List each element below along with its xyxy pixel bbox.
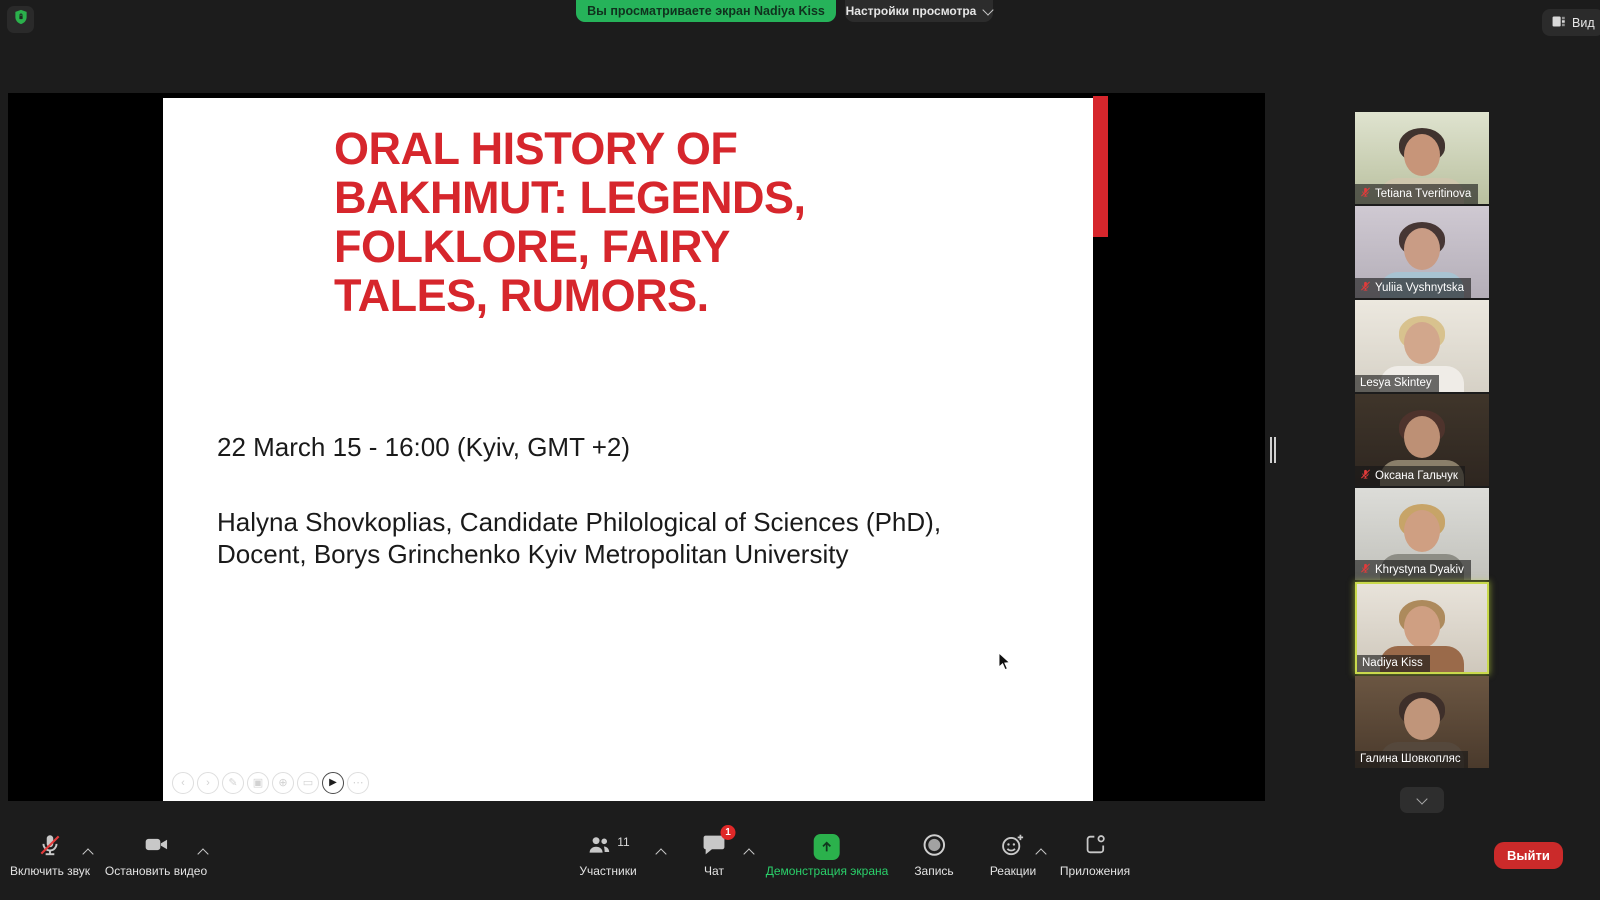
mouse-cursor: [998, 652, 1011, 676]
slide-title: ORAL HISTORY OF BAKHMUT: LEGENDS, FOLKLO…: [334, 124, 874, 320]
all-slides-icon[interactable]: ▣: [247, 772, 269, 794]
record-button[interactable]: Запись: [914, 833, 953, 878]
participant-name: Галина Шовкопляс: [1360, 753, 1461, 765]
participant-name-label: Оксана Гальчук: [1355, 466, 1465, 486]
viewing-banner-text: Вы просматриваете экран Nadiya Kiss: [587, 4, 825, 18]
participant-tile[interactable]: Оксана Гальчук: [1355, 394, 1489, 486]
chevron-down-icon: [1416, 793, 1427, 804]
presentation-slide: ORAL HISTORY OF BAKHMUT: LEGENDS, FOLKLO…: [163, 98, 1093, 801]
video-options-chevron[interactable]: [199, 845, 207, 863]
participant-name-label: Yuliia Vyshnytska: [1355, 278, 1471, 298]
participant-tile[interactable]: Yuliia Vyshnytska: [1355, 206, 1489, 298]
participant-name-label: Khrystyna Dyakiv: [1355, 560, 1471, 580]
shield-lock-icon: [12, 8, 30, 31]
shared-screen-area: ORAL HISTORY OF BAKHMUT: LEGENDS, FOLKLO…: [8, 93, 1265, 801]
record-icon: [921, 832, 947, 863]
mic-muted-icon: [1360, 280, 1371, 295]
apps-icon: [1083, 832, 1108, 862]
screen-viewing-banner: Вы просматриваете экран Nadiya Kiss: [576, 0, 836, 22]
camera-feed-icon[interactable]: ▶: [322, 772, 344, 794]
chevron-down-icon: [983, 4, 994, 15]
participant-name: Tetiana Tveritinova: [1375, 188, 1471, 200]
more-options-icon[interactable]: ⋯: [347, 772, 369, 794]
slide-speaker-text: Halyna Shovkoplias, Candidate Philologic…: [217, 506, 941, 570]
participant-name: Yuliia Vyshnytska: [1375, 282, 1464, 294]
participant-name-label: Tetiana Tveritinova: [1355, 184, 1478, 204]
presenter-controls-toolbar: ‹›✎▣⊕▭▶⋯: [172, 772, 369, 794]
apps-button[interactable]: Приложения: [1060, 833, 1130, 878]
participant-name: Nadiya Kiss: [1362, 657, 1423, 669]
mic-muted-icon: [1360, 186, 1371, 201]
participant-name: Оксана Гальчук: [1375, 470, 1458, 482]
captions-icon[interactable]: ▭: [297, 772, 319, 794]
view-layout-button[interactable]: Вид: [1542, 9, 1600, 36]
camera-icon: [142, 831, 169, 863]
view-settings-dropdown[interactable]: Настройки просмотра: [845, 0, 993, 22]
participant-tile[interactable]: Lesya Skintey: [1355, 300, 1489, 392]
participant-tile[interactable]: Nadiya Kiss: [1355, 582, 1489, 674]
slide-schedule-text: 22 March 15 - 16:00 (Kyiv, GMT +2): [217, 432, 630, 463]
participants-count: 11: [617, 835, 629, 849]
reactions-options-chevron[interactable]: [1037, 845, 1045, 863]
pen-tool-icon[interactable]: ✎: [222, 772, 244, 794]
participant-name-label: Nadiya Kiss: [1357, 655, 1430, 672]
chat-options-chevron[interactable]: [745, 845, 753, 863]
view-button-label: Вид: [1572, 16, 1595, 30]
participant-tile[interactable]: Галина Шовкопляс: [1355, 676, 1489, 768]
participants-options-chevron[interactable]: [657, 845, 665, 863]
panel-resize-handle[interactable]: [1270, 437, 1276, 463]
mic-muted-icon: [37, 832, 63, 863]
chat-unread-badge: 1: [721, 825, 736, 840]
participant-name: Lesya Skintey: [1360, 377, 1432, 389]
previous-slide-icon[interactable]: ‹: [172, 772, 194, 794]
reactions-button[interactable]: Реакции: [990, 833, 1036, 878]
view-settings-label: Настройки просмотра: [846, 4, 977, 18]
participant-name-label: Lesya Skintey: [1355, 375, 1439, 392]
zoom-slide-icon[interactable]: ⊕: [272, 772, 294, 794]
layout-grid-icon: [1551, 14, 1566, 32]
share-screen-icon: [814, 834, 840, 860]
participant-tile[interactable]: Tetiana Tveritinova: [1355, 112, 1489, 204]
share-screen-button[interactable]: Демонстрация экрана: [766, 833, 889, 878]
slide-red-accent-bar: [1093, 96, 1108, 237]
leave-meeting-button[interactable]: Выйти: [1494, 842, 1563, 869]
unmute-button[interactable]: Включить звук: [10, 833, 90, 878]
participant-name: Khrystyna Dyakiv: [1375, 564, 1464, 576]
next-slide-icon[interactable]: ›: [197, 772, 219, 794]
security-button[interactable]: [7, 6, 34, 33]
audio-options-chevron[interactable]: [84, 845, 92, 863]
smiley-plus-icon: [1000, 832, 1026, 863]
mic-muted-icon: [1360, 468, 1371, 483]
participants-panel: Tetiana Tveritinova Yuliia Vyshnytska: [1355, 112, 1489, 768]
participants-icon: [586, 832, 612, 863]
participant-name-label: Галина Шовкопляс: [1355, 751, 1468, 768]
chat-button[interactable]: 1 Чат: [702, 833, 727, 878]
participant-tile[interactable]: Khrystyna Dyakiv: [1355, 488, 1489, 580]
stop-video-button[interactable]: Остановить видео: [105, 833, 207, 878]
chat-icon: 1: [702, 832, 727, 862]
mic-muted-icon: [1360, 562, 1371, 577]
participants-button[interactable]: 11 Участники: [579, 833, 636, 878]
participants-scroll-down-button[interactable]: [1400, 787, 1444, 813]
